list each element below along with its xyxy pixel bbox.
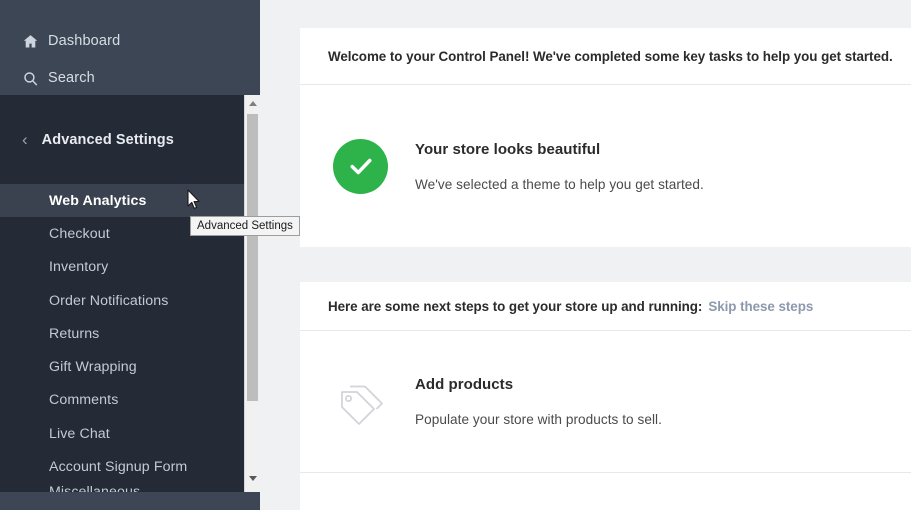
sidebar-item-miscellaneous[interactable]: Miscellaneous: [0, 484, 244, 492]
main-content: Welcome to your Control Panel! We've com…: [300, 0, 911, 510]
sidebar-item-comments[interactable]: Comments: [0, 384, 244, 417]
completed-task-card: Your store looks beautiful We've selecte…: [300, 84, 911, 247]
step-text: Add products Populate your store with pr…: [415, 376, 662, 427]
sidebar-item-gift-wrapping[interactable]: Gift Wrapping: [0, 350, 244, 383]
sidebar: Dashboard Search ‹ Advanced Settings Web…: [0, 0, 260, 510]
scrollbar-thumb[interactable]: [247, 114, 258, 401]
step-description: Populate your store with products to sel…: [415, 412, 662, 427]
completed-task-text: Your store looks beautiful We've selecte…: [415, 141, 704, 192]
scroll-down-arrow-icon[interactable]: [245, 471, 260, 486]
step-card-add-products[interactable]: Add products Populate your store with pr…: [300, 330, 911, 472]
sidebar-item-dashboard-label: Dashboard: [48, 33, 121, 49]
sidebar-item-account-signup-form[interactable]: Account Signup Form: [0, 450, 244, 483]
next-steps-heading: Here are some next steps to get your sto…: [328, 298, 703, 314]
completed-task-description: We've selected a theme to help you get s…: [415, 176, 704, 192]
chevron-left-icon[interactable]: ‹: [22, 131, 28, 148]
control-panel-screen: Dashboard Search ‹ Advanced Settings Web…: [0, 0, 911, 510]
sidebar-item-order-notifications[interactable]: Order Notifications: [0, 284, 244, 317]
welcome-card: Welcome to your Control Panel! We've com…: [300, 28, 911, 84]
sidebar-item-label: Order Notifications: [49, 292, 169, 309]
sidebar-item-label: Account Signup Form: [49, 459, 188, 476]
sidebar-bottom-bar: [0, 492, 260, 510]
sidebar-scrollbar[interactable]: [244, 95, 260, 492]
welcome-banner-text: Welcome to your Control Panel! We've com…: [328, 48, 893, 64]
sidebar-item-label: Comments: [49, 392, 119, 409]
sidebar-top-nav: Dashboard Search: [0, 0, 260, 95]
sidebar-item-label: Live Chat: [49, 425, 110, 442]
sidebar-item-label: Gift Wrapping: [49, 359, 137, 376]
sidebar-item-inventory[interactable]: Inventory: [0, 251, 244, 284]
skip-these-steps-link[interactable]: Skip these steps: [708, 299, 813, 314]
sidebar-item-label: Returns: [49, 325, 100, 342]
sidebar-item-label: Checkout: [49, 225, 110, 242]
step-title: Add products: [415, 376, 514, 393]
sidebar-item-search[interactable]: Search: [0, 60, 260, 96]
tooltip: Advanced Settings: [190, 216, 300, 236]
next-step-card-partial: [300, 472, 911, 510]
green-check-circle-icon: [333, 138, 388, 194]
home-icon: [22, 33, 48, 50]
scroll-up-arrow-icon[interactable]: [245, 96, 260, 111]
card-separator: [300, 247, 911, 282]
sidebar-item-live-chat[interactable]: Live Chat: [0, 417, 244, 450]
tooltip-text: Advanced Settings: [197, 220, 293, 232]
sidebar-item-returns[interactable]: Returns: [0, 317, 244, 350]
sidebar-item-label: Web Analytics: [49, 192, 147, 209]
sidebar-item-search-label: Search: [48, 70, 95, 86]
sidebar-item-dashboard[interactable]: Dashboard: [0, 23, 260, 59]
search-icon: [22, 70, 48, 87]
advanced-settings-panel-header[interactable]: ‹ Advanced Settings: [0, 95, 244, 184]
sidebar-item-label: Miscellaneous: [49, 483, 141, 492]
sidebar-item-web-analytics[interactable]: Web Analytics: [0, 184, 244, 218]
completed-task-title: Your store looks beautiful: [415, 140, 601, 158]
price-tag-icon: [333, 373, 391, 431]
next-steps-header: Here are some next steps to get your sto…: [300, 282, 911, 330]
panel-title: Advanced Settings: [41, 131, 174, 148]
sidebar-item-label: Inventory: [49, 259, 109, 276]
